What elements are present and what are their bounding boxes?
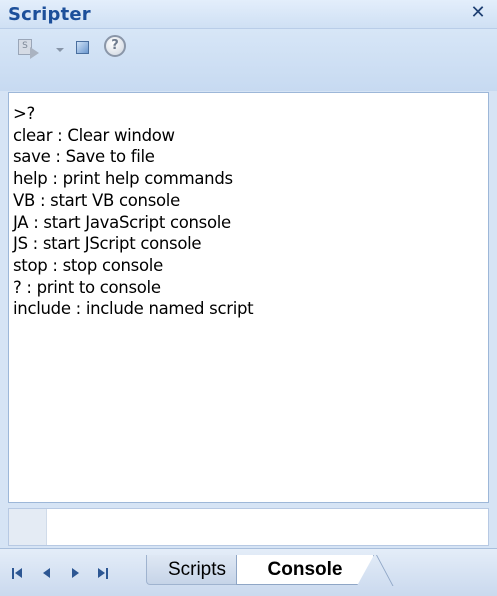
nav-prev-button[interactable] (38, 567, 58, 581)
toolbar: S ? (0, 29, 497, 91)
console-input[interactable] (47, 509, 487, 545)
console-input-row (8, 508, 489, 546)
help-icon: ? (111, 38, 119, 53)
tab-console[interactable]: Console (236, 555, 374, 585)
stop-icon (76, 41, 89, 54)
input-gutter (9, 509, 47, 545)
console-line: help : print help commands (13, 169, 233, 189)
window-title: Scripter (8, 4, 91, 25)
console-line: JS : start JScript console (13, 234, 202, 254)
stop-button[interactable] (76, 41, 90, 55)
console-line: include : include named script (13, 299, 254, 319)
run-script-button[interactable]: S (18, 39, 44, 61)
close-button[interactable]: ✕ (467, 2, 489, 24)
console-line: save : Save to file (13, 147, 155, 167)
scripter-window: Scripter ✕ S ? >? clear : Clear window sav… (0, 0, 497, 596)
console-line: ? : print to console (13, 277, 161, 297)
play-arrow-icon (30, 47, 39, 59)
console-output[interactable]: >? clear : Clear window save : Save to fil… (8, 92, 489, 503)
help-button[interactable]: ? (104, 35, 126, 57)
chevron-down-icon[interactable] (56, 48, 64, 52)
console-line: JA : start JavaScript console (13, 212, 231, 232)
console-line: VB : start VB console (13, 190, 180, 210)
nav-next-button[interactable] (66, 567, 86, 581)
nav-last-button[interactable] (94, 567, 114, 581)
console-line: >? (13, 104, 35, 123)
console-line: stop : stop console (13, 255, 163, 275)
title-bar: Scripter ✕ (0, 0, 497, 29)
nav-first-button[interactable] (10, 567, 30, 581)
close-icon: ✕ (470, 2, 486, 23)
console-line: clear : Clear window (13, 125, 175, 145)
tab-scripts[interactable]: Scripts (146, 555, 248, 585)
tab-strip: Scripts Console (0, 548, 497, 596)
